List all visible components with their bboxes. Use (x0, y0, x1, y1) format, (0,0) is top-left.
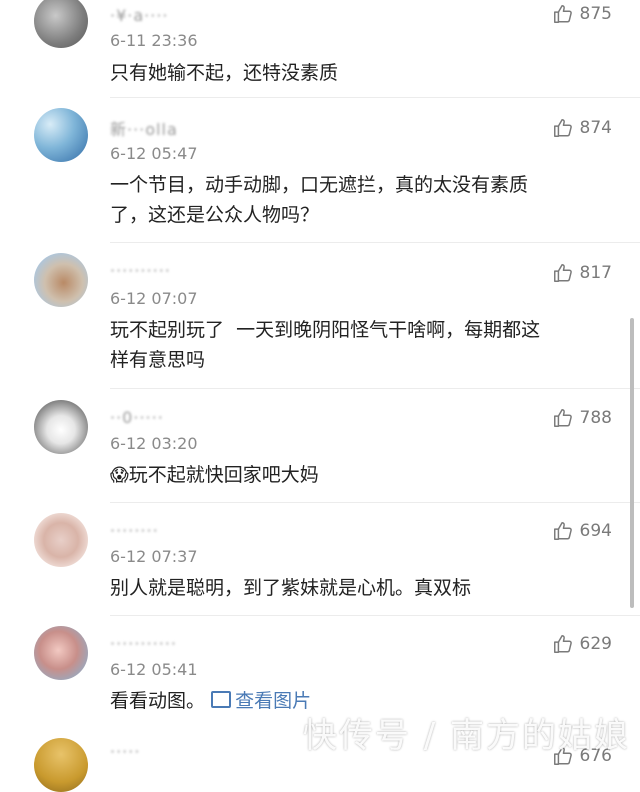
like-count: 875 (579, 4, 612, 24)
like-button[interactable]: 817 (552, 261, 612, 285)
username[interactable]: 新···olla (110, 116, 178, 140)
like-count: 629 (579, 634, 612, 654)
thumbs-up-icon (552, 3, 574, 25)
scrollbar[interactable] (630, 318, 634, 608)
like-count: 874 (579, 118, 612, 138)
like-count: 817 (579, 263, 612, 283)
comment-text: 😱玩不起就快回家吧大妈 (110, 460, 610, 491)
thumbs-up-icon (552, 407, 574, 429)
comment-text: 别人就是聪明，到了紫妹就是心机。真双标 (110, 577, 472, 599)
divider (110, 242, 640, 243)
username[interactable]: ····· (110, 742, 140, 761)
comment-time: 6-12 03:20 (110, 434, 198, 453)
comment-time: 6-12 05:41 (110, 660, 198, 679)
scared-emoji-icon: 😱 (110, 465, 129, 486)
avatar[interactable] (34, 626, 88, 680)
username[interactable]: ·········· (110, 261, 171, 280)
username[interactable]: ··0····· (110, 408, 164, 427)
comment-item: ·········· 6-12 07:07 玩不起别玩了 一天到晚阴阳怪气干啥啊… (0, 245, 640, 390)
username[interactable]: ·¥·a···· (110, 6, 169, 25)
view-image-label: 查看图片 (235, 690, 312, 712)
avatar[interactable] (34, 0, 88, 48)
like-button[interactable]: 875 (552, 2, 612, 26)
like-button[interactable]: 874 (552, 116, 612, 140)
like-button[interactable]: 694 (552, 519, 612, 543)
comment-text: 只有她输不起，还特没素质 (110, 62, 339, 84)
comment-text: 玩不起别玩了 一天到晚阴阳怪气干啥啊，每期都这 样有意思吗 (110, 319, 541, 371)
thumbs-up-icon (552, 520, 574, 542)
comment-item: ··0····· 6-12 03:20 😱玩不起就快回家吧大妈 788 (0, 390, 640, 503)
thumbs-up-icon (552, 262, 574, 284)
thumbs-up-icon (552, 633, 574, 655)
divider (110, 388, 640, 389)
comment-text-body: 看看动图。 (110, 690, 206, 712)
thumbs-up-icon (552, 117, 574, 139)
username[interactable]: ··········· (110, 634, 177, 653)
comment-text: 一个节目，动手动脚，口无遮拦，真的太没有素质 了，这还是公众人物吗？ (110, 174, 529, 226)
comment-item: ·¥·a···· 6-11 23:36 只有她输不起，还特没素质 875 (0, 0, 640, 98)
comment-time: 6-12 05:47 (110, 144, 198, 163)
comment-time: 6-12 07:07 (110, 289, 198, 308)
comment-item: 新···olla 6-12 05:47 一个节目，动手动脚，口无遮拦，真的太没有… (0, 100, 640, 243)
comment-time: 6-12 07:37 (110, 547, 198, 566)
avatar[interactable] (34, 253, 88, 307)
like-button[interactable]: 629 (552, 632, 612, 656)
avatar[interactable] (34, 108, 88, 162)
view-image-link[interactable]: 查看图片 (211, 690, 311, 712)
avatar[interactable] (34, 738, 88, 792)
like-count: 788 (579, 408, 612, 428)
comment-text-body: 玩不起就快回家吧大妈 (128, 464, 319, 486)
picture-icon (211, 691, 232, 708)
like-count: 694 (579, 521, 612, 541)
comment-time: 6-11 23:36 (110, 31, 198, 50)
comment-item: ········ 6-12 07:37 别人就是聪明，到了紫妹就是心机。真双标 … (0, 503, 640, 616)
username[interactable]: ········ (110, 521, 159, 540)
like-button[interactable]: 788 (552, 406, 612, 430)
avatar[interactable] (34, 400, 88, 454)
watermark: 快传号 / 南方的姑娘 (302, 716, 630, 756)
divider (110, 97, 640, 98)
avatar[interactable] (34, 513, 88, 567)
